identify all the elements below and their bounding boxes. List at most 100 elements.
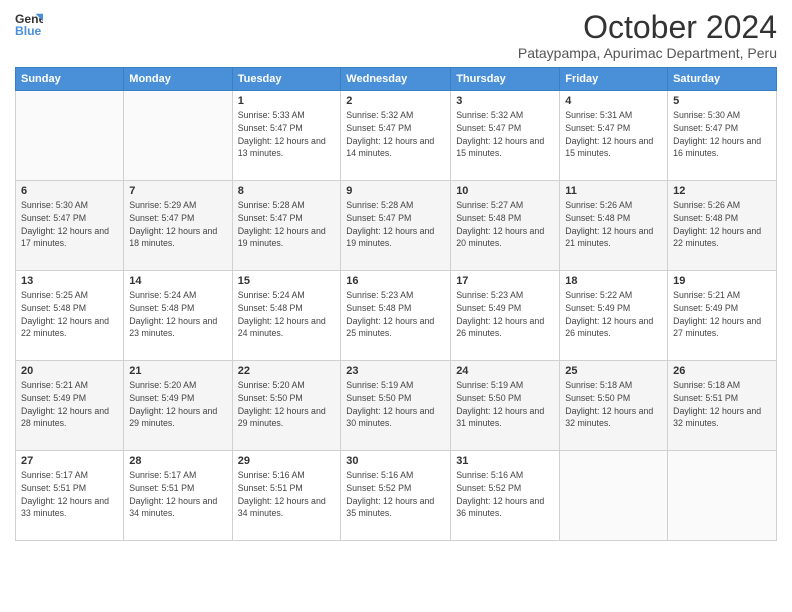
day-number: 17 (456, 275, 554, 287)
table-row: 11Sunrise: 5:26 AM Sunset: 5:48 PM Dayli… (560, 181, 668, 271)
header: General Blue October 2024 Pataypampa, Ap… (15, 10, 777, 61)
day-number: 5 (673, 95, 771, 107)
day-info: Sunrise: 5:23 AM Sunset: 5:48 PM Dayligh… (346, 289, 445, 340)
day-number: 10 (456, 185, 554, 197)
day-info: Sunrise: 5:29 AM Sunset: 5:47 PM Dayligh… (129, 199, 226, 250)
col-saturday: Saturday (668, 68, 777, 91)
day-number: 18 (565, 275, 662, 287)
day-info: Sunrise: 5:20 AM Sunset: 5:49 PM Dayligh… (129, 379, 226, 430)
day-number: 9 (346, 185, 445, 197)
table-row: 15 Sunrise: 5:24 AM Sunset: 5:48 PM Dayli… (232, 271, 341, 361)
table-row: 8Sunrise: 5:28 AM Sunset: 5:47 PM Daylig… (232, 181, 341, 271)
table-row: 22 Sunrise: 5:20 AM Sunset: 5:50 PM Dayli… (232, 361, 341, 451)
table-row: 29 Sunrise: 5:16 AM Sunset: 5:51 PM Dayli… (232, 451, 341, 541)
month-title: October 2024 (518, 10, 777, 45)
col-friday: Friday (560, 68, 668, 91)
logo: General Blue (15, 10, 43, 38)
day-number: 23 (346, 365, 445, 377)
day-info: Sunrise: 5:16 AM Sunset: 5:52 PM Dayligh… (456, 469, 554, 520)
table-row: 19 Sunrise: 5:21 AM Sunset: 5:49 PM Dayli… (668, 271, 777, 361)
day-number: 26 (673, 365, 771, 377)
table-row: 21 Sunrise: 5:20 AM Sunset: 5:49 PM Dayli… (124, 361, 232, 451)
day-info: Sunrise: 5:28 AM Sunset: 5:47 PM Dayligh… (346, 199, 445, 250)
day-number: 28 (129, 455, 226, 467)
day-number: 19 (673, 275, 771, 287)
table-row: 6 Sunrise: 5:30 AM Sunset: 5:47 PM Daylig… (16, 181, 124, 271)
table-row: 13 Sunrise: 5:25 AM Sunset: 5:48 PM Dayli… (16, 271, 124, 361)
calendar-table: Sunday Monday Tuesday Wednesday Thursday… (15, 67, 777, 541)
day-number: 29 (238, 455, 336, 467)
day-number: 20 (21, 365, 118, 377)
day-info: Sunrise: 5:22 AM Sunset: 5:49 PM Dayligh… (565, 289, 662, 340)
day-number: 12 (673, 185, 771, 197)
day-number: 25 (565, 365, 662, 377)
day-info: Sunrise: 5:16 AM Sunset: 5:52 PM Dayligh… (346, 469, 445, 520)
table-row: 12 Sunrise: 5:26 AM Sunset: 5:48 PM Dayli… (668, 181, 777, 271)
day-number: 24 (456, 365, 554, 377)
day-number: 11 (565, 185, 662, 197)
table-row (124, 91, 232, 181)
day-info: Sunrise: 5:19 AM Sunset: 5:50 PM Dayligh… (346, 379, 445, 430)
table-row (560, 451, 668, 541)
day-info: Sunrise: 5:17 AM Sunset: 5:51 PM Dayligh… (129, 469, 226, 520)
col-tuesday: Tuesday (232, 68, 341, 91)
day-info: Sunrise: 5:20 AM Sunset: 5:50 PM Dayligh… (238, 379, 336, 430)
table-row (668, 451, 777, 541)
table-row: 18 Sunrise: 5:22 AM Sunset: 5:49 PM Dayli… (560, 271, 668, 361)
table-row: 25Sunrise: 5:18 AM Sunset: 5:50 PM Dayli… (560, 361, 668, 451)
day-number: 2 (346, 95, 445, 107)
svg-text:Blue: Blue (15, 24, 42, 38)
day-info: Sunrise: 5:21 AM Sunset: 5:49 PM Dayligh… (673, 289, 771, 340)
table-row: 3 Sunrise: 5:32 AM Sunset: 5:47 PM Daylig… (451, 91, 560, 181)
table-row: 17 Sunrise: 5:23 AM Sunset: 5:49 PM Dayli… (451, 271, 560, 361)
table-row: 4Sunrise: 5:31 AM Sunset: 5:47 PM Daylig… (560, 91, 668, 181)
day-info: Sunrise: 5:18 AM Sunset: 5:51 PM Dayligh… (673, 379, 771, 430)
table-row: 5 Sunrise: 5:30 AM Sunset: 5:47 PM Daylig… (668, 91, 777, 181)
day-info: Sunrise: 5:27 AM Sunset: 5:48 PM Dayligh… (456, 199, 554, 250)
table-row: 28 Sunrise: 5:17 AM Sunset: 5:51 PM Dayli… (124, 451, 232, 541)
table-row: 1Sunrise: 5:33 AM Sunset: 5:47 PM Daylig… (232, 91, 341, 181)
calendar-week-row: 20Sunrise: 5:21 AM Sunset: 5:49 PM Dayli… (16, 361, 777, 451)
table-row: 30 Sunrise: 5:16 AM Sunset: 5:52 PM Dayli… (341, 451, 451, 541)
day-info: Sunrise: 5:16 AM Sunset: 5:51 PM Dayligh… (238, 469, 336, 520)
calendar-week-row: 13 Sunrise: 5:25 AM Sunset: 5:48 PM Dayli… (16, 271, 777, 361)
day-number: 1 (238, 95, 336, 107)
table-row: 20Sunrise: 5:21 AM Sunset: 5:49 PM Dayli… (16, 361, 124, 451)
day-number: 6 (21, 185, 118, 197)
day-info: Sunrise: 5:32 AM Sunset: 5:47 PM Dayligh… (346, 109, 445, 160)
table-row: 10 Sunrise: 5:27 AM Sunset: 5:48 PM Dayli… (451, 181, 560, 271)
day-info: Sunrise: 5:32 AM Sunset: 5:47 PM Dayligh… (456, 109, 554, 160)
table-row: 23 Sunrise: 5:19 AM Sunset: 5:50 PM Dayli… (341, 361, 451, 451)
day-info: Sunrise: 5:24 AM Sunset: 5:48 PM Dayligh… (129, 289, 226, 340)
day-number: 15 (238, 275, 336, 287)
day-number: 3 (456, 95, 554, 107)
table-row: 16 Sunrise: 5:23 AM Sunset: 5:48 PM Dayli… (341, 271, 451, 361)
day-info: Sunrise: 5:30 AM Sunset: 5:47 PM Dayligh… (21, 199, 118, 250)
day-number: 27 (21, 455, 118, 467)
day-number: 16 (346, 275, 445, 287)
calendar-week-row: 6 Sunrise: 5:30 AM Sunset: 5:47 PM Daylig… (16, 181, 777, 271)
day-number: 14 (129, 275, 226, 287)
day-info: Sunrise: 5:24 AM Sunset: 5:48 PM Dayligh… (238, 289, 336, 340)
day-number: 8 (238, 185, 336, 197)
table-row: 14 Sunrise: 5:24 AM Sunset: 5:48 PM Dayli… (124, 271, 232, 361)
day-number: 21 (129, 365, 226, 377)
table-row: 24 Sunrise: 5:19 AM Sunset: 5:50 PM Dayli… (451, 361, 560, 451)
table-row: 9 Sunrise: 5:28 AM Sunset: 5:47 PM Daylig… (341, 181, 451, 271)
day-info: Sunrise: 5:25 AM Sunset: 5:48 PM Dayligh… (21, 289, 118, 340)
day-info: Sunrise: 5:30 AM Sunset: 5:47 PM Dayligh… (673, 109, 771, 160)
table-row: 27Sunrise: 5:17 AM Sunset: 5:51 PM Dayli… (16, 451, 124, 541)
table-row (16, 91, 124, 181)
title-block: October 2024 Pataypampa, Apurimac Depart… (518, 10, 777, 61)
day-info: Sunrise: 5:31 AM Sunset: 5:47 PM Dayligh… (565, 109, 662, 160)
table-row: 2 Sunrise: 5:32 AM Sunset: 5:47 PM Daylig… (341, 91, 451, 181)
day-info: Sunrise: 5:19 AM Sunset: 5:50 PM Dayligh… (456, 379, 554, 430)
day-info: Sunrise: 5:26 AM Sunset: 5:48 PM Dayligh… (673, 199, 771, 250)
col-wednesday: Wednesday (341, 68, 451, 91)
day-number: 13 (21, 275, 118, 287)
col-monday: Monday (124, 68, 232, 91)
col-sunday: Sunday (16, 68, 124, 91)
day-info: Sunrise: 5:23 AM Sunset: 5:49 PM Dayligh… (456, 289, 554, 340)
day-number: 30 (346, 455, 445, 467)
day-number: 22 (238, 365, 336, 377)
